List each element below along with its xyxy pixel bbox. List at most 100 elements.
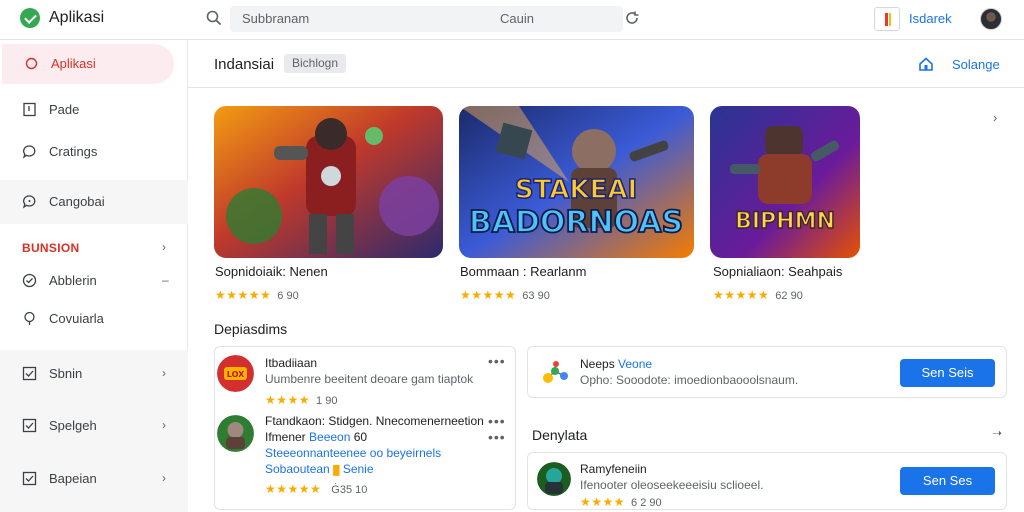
app-logo-icon[interactable]: [20, 8, 40, 28]
sidebar: Aplikasi Pade Cratings Cangobai BUNSION …: [0, 40, 188, 512]
sidebar-item-spelgeh[interactable]: Spelgeh ›: [0, 406, 188, 446]
more-options-icon[interactable]: •••: [488, 429, 506, 445]
sidebar-item-pade[interactable]: Pade: [0, 90, 188, 130]
card-meta: ★★★★★ 63 90: [460, 288, 550, 302]
search-icon[interactable]: [206, 10, 222, 26]
app-icon: [217, 415, 254, 452]
list-item-description: Uumbenre beeitent deoare gam tiaptok: [265, 372, 474, 386]
pin-icon: [24, 311, 35, 325]
promo-description: Opho: Sooodote: imoedionbaooolsnaum.: [580, 373, 799, 387]
subtitle-tail: 60: [353, 430, 368, 444]
list-item-size: 1 90: [316, 395, 338, 407]
top-bar: Aplikasi Subbranam Cauin Isdarek: [0, 0, 1024, 40]
chevron-right-icon[interactable]: ›: [162, 471, 166, 485]
subtitle-link[interactable]: Beeeon: [309, 430, 350, 444]
sidebar-item-abblerin[interactable]: Abblerin –: [0, 261, 188, 301]
list-item-description[interactable]: Steeeonnanteenee oo beyeirnels: [265, 446, 441, 460]
checkbox-icon: [22, 471, 37, 486]
sidebar-item-label: Cratings: [49, 144, 98, 159]
header-link[interactable]: Solange: [952, 57, 1000, 72]
app-icon: [537, 462, 571, 496]
art-title-line1: STAKEAI: [515, 175, 637, 205]
game-artwork: STAKEAI BADORNOAS: [459, 106, 694, 258]
promo-card[interactable]: Neeps Veone Opho: Sooodote: imoedionbaoo…: [527, 346, 1007, 398]
promo-action-button[interactable]: Sen Ses: [900, 467, 995, 495]
user-name[interactable]: Isdarek: [909, 11, 952, 26]
document-icon: [23, 102, 36, 117]
check-circle-icon: [22, 273, 37, 288]
sidebar-item-aplikasi[interactable]: Aplikasi: [2, 44, 174, 84]
avatar[interactable]: [980, 8, 1002, 30]
molecule-icon: [543, 361, 568, 383]
promo-title: Neeps Veone: [580, 357, 652, 371]
sidebar-item-label: Bapeian: [49, 471, 97, 486]
star-rating: ★★★★: [580, 495, 626, 509]
sidebar-item-bapeian[interactable]: Bapeian ›: [0, 459, 188, 499]
sidebar-item-label: Cangobai: [49, 194, 105, 209]
search-placeholder: Subbranam: [242, 11, 310, 26]
star-rating: ★★★★★: [713, 288, 770, 302]
home-icon[interactable]: [918, 56, 934, 72]
subtitle-text: Ifmener: [265, 430, 306, 444]
art-title: BIPHMN: [735, 209, 835, 234]
sidebar-section-label[interactable]: BUNSION: [22, 241, 79, 255]
app-icon-text: LOX: [227, 370, 245, 379]
sidebar-item-sbnin[interactable]: Sbnin ›: [0, 354, 188, 394]
list-item-size: Ġ35 10: [331, 484, 368, 496]
card-size: 6 90: [277, 290, 299, 302]
tag-separator: █: [333, 465, 340, 475]
tag-link[interactable]: Sobaoutean: [265, 462, 330, 476]
app-icon: LOX: [217, 355, 254, 392]
sidebar-item-label: Pade: [49, 102, 80, 117]
chevron-right-icon[interactable]: ›: [162, 366, 166, 380]
checkbox-icon: [22, 418, 37, 433]
more-options-icon[interactable]: •••: [488, 353, 506, 369]
promo-action-button[interactable]: Sen Seis: [900, 359, 995, 387]
sidebar-item-label: Covuiarla: [49, 311, 104, 326]
circle-icon: [25, 57, 38, 70]
star-rating: ★★★★★: [460, 288, 517, 302]
section-title: Depiasdims: [214, 321, 288, 337]
card-meta: ★★★★★ 6 90: [215, 288, 299, 302]
card-title: Sopnialiaon: Seahpais: [713, 264, 843, 279]
category-chip[interactable]: Bichlogn: [284, 54, 347, 73]
sidebar-item-cratings[interactable]: Cratings: [0, 132, 188, 172]
flag-icon[interactable]: [874, 7, 900, 31]
sidebar-item-covuiarla[interactable]: Covuiarla: [0, 299, 188, 339]
card-size: 62 90: [775, 290, 803, 302]
list-item-meta: ★★★★★ Ġ35 10: [265, 482, 367, 496]
chevron-right-icon[interactable]: ›: [162, 418, 166, 432]
app-list: LOX Itbadiiaan Uumbenre beeitent deoare …: [214, 346, 516, 510]
tag-link[interactable]: Senie: [343, 462, 374, 476]
promo-title: Ramyfeneiin: [580, 462, 647, 476]
minus-icon[interactable]: –: [162, 273, 169, 287]
card-size: 63 90: [522, 290, 550, 302]
more-options-icon[interactable]: •••: [488, 413, 506, 429]
promo-card[interactable]: Ramyfeneiin Ifenooter oleoseekeeeisiu sc…: [527, 452, 1007, 510]
list-item-title[interactable]: Ftandkaon: Stidgen. Nnecomenerneetion: [265, 414, 484, 428]
game-artwork: [214, 106, 443, 258]
page-title: Indansiai: [214, 56, 275, 73]
promo-meta: ★★★★ 6 2 90: [580, 495, 662, 509]
search-input[interactable]: Subbranam Cauin: [230, 6, 623, 32]
card-title: Bommaan : Rearlanm: [460, 264, 587, 279]
app-title: Aplikasi: [49, 9, 105, 26]
section-title: Denylata: [532, 427, 588, 443]
card-meta: ★★★★★ 62 90: [713, 288, 803, 302]
arrow-right-icon[interactable]: ➝: [992, 426, 1002, 440]
promo-title-link[interactable]: Veone: [618, 357, 652, 371]
list-item-subtitle: Ifmener Beeeon 60: [265, 430, 367, 444]
main-header: Indansiai Bichlogn Solange: [188, 40, 1024, 88]
card-title: Sopnidoiaik: Nenen: [215, 264, 328, 279]
list-item-tags: Sobaoutean █ Senie: [265, 462, 374, 476]
chevron-right-icon[interactable]: ›: [162, 240, 166, 254]
carousel-next-icon[interactable]: ›: [993, 110, 997, 125]
list-item-title[interactable]: Itbadiiaan: [265, 356, 317, 370]
star-rating: ★★★★★: [265, 482, 322, 496]
refresh-icon[interactable]: [624, 10, 640, 26]
chat-icon: [22, 145, 36, 159]
sidebar-item-label: Sbnin: [49, 366, 83, 381]
star-rating: ★★★★★: [215, 288, 272, 302]
sidebar-item-cangobai[interactable]: Cangobai: [0, 182, 188, 222]
game-artwork: BIPHMN: [710, 106, 860, 258]
